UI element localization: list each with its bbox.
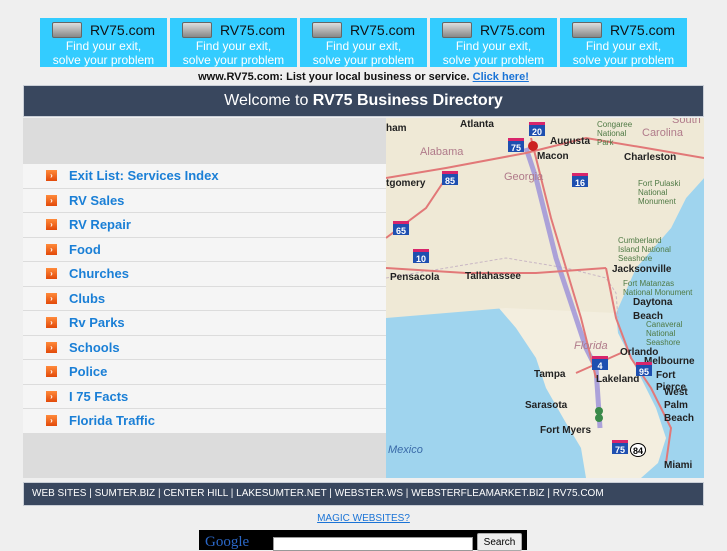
search-input[interactable]: [273, 537, 473, 551]
rv-image-icon: [441, 21, 472, 38]
footer-link[interactable]: WEBSTER.WS: [335, 488, 403, 499]
page-title: Welcome to RV75 Business Directory: [23, 85, 704, 117]
arrow-icon: ›: [46, 317, 57, 329]
rv75-banner[interactable]: RV75.com Find your exit, solve your proble…: [40, 18, 167, 67]
menu-list: › Exit List: Services Index › RV Sales › RV…: [23, 164, 386, 434]
route-map[interactable]: ham Atlanta Augusta Charleston Macon tgo…: [386, 118, 704, 478]
magic-websites-link[interactable]: MAGIC WEBSITES?: [0, 513, 727, 524]
footer-link[interactable]: RV75.COM: [553, 488, 604, 499]
rv-image-icon: [571, 21, 602, 38]
search-button[interactable]: Search: [477, 533, 522, 551]
menu-item-food[interactable]: › Food: [23, 237, 386, 262]
footer-link[interactable]: LAKESUMTER.NET: [236, 488, 326, 499]
arrow-icon: ›: [46, 243, 57, 255]
footer-link[interactable]: WEB SITES: [32, 488, 86, 499]
footer-links: WEB SITES | SUMTER.BIZ | CENTER HILL | L…: [23, 482, 704, 506]
footer-link[interactable]: WEBSTERFLEAMARKET.BIZ: [411, 488, 544, 499]
menu-item-rv-sales[interactable]: › RV Sales: [23, 188, 386, 213]
rv75-banner[interactable]: RV75.com Find your exit, solve your proble…: [430, 18, 557, 67]
click-here-link[interactable]: Click here!: [473, 71, 529, 83]
menu-item-clubs[interactable]: › Clubs: [23, 286, 386, 311]
rv-image-icon: [181, 21, 212, 38]
arrow-icon: ›: [46, 415, 57, 427]
rv75-banner[interactable]: RV75.com Find your exit, solve your proble…: [300, 18, 427, 67]
rv-image-icon: [51, 21, 82, 38]
menu-item-churches[interactable]: › Churches: [23, 262, 386, 287]
google-search-box: Google Search: [199, 530, 527, 551]
arrow-icon: ›: [46, 366, 57, 378]
park-label: Fort Matanzas National Monument: [623, 279, 693, 297]
rv-image-icon: [311, 21, 342, 38]
park-label: Congaree National Park: [597, 120, 633, 147]
menu-item-schools[interactable]: › Schools: [23, 335, 386, 360]
promo-text: www.RV75.com: List your local business o…: [198, 71, 529, 83]
menu-item-i75-facts[interactable]: › I 75 Facts: [23, 384, 386, 409]
park-label: Canaveral National Seashore: [646, 320, 683, 347]
arrow-icon: ›: [46, 170, 57, 182]
arrow-icon: ›: [46, 341, 57, 353]
footer-link[interactable]: CENTER HILL: [163, 488, 228, 499]
menu-item-rv-repair[interactable]: › RV Repair: [23, 213, 386, 238]
footer-link[interactable]: SUMTER.BIZ: [95, 488, 156, 499]
arrow-icon: ›: [46, 194, 57, 206]
arrow-icon: ›: [46, 390, 57, 402]
arrow-icon: ›: [46, 268, 57, 280]
park-label: Fort Pulaski National Monument: [638, 179, 681, 206]
park-label: Cumberland Island National Seashore: [618, 236, 671, 263]
sidebar: › Exit List: Services Index › RV Sales › RV…: [23, 118, 386, 478]
google-logo: Google: [205, 534, 250, 550]
rv75-banner[interactable]: RV75.com Find your exit, solve your proble…: [560, 18, 687, 67]
menu-item-rv-parks[interactable]: › Rv Parks: [23, 311, 386, 336]
menu-item-police[interactable]: › Police: [23, 360, 386, 385]
arrow-icon: ›: [46, 292, 57, 304]
arrow-icon: ›: [46, 219, 57, 231]
rv75-banner[interactable]: RV75.com Find your exit, solve your proble…: [170, 18, 297, 67]
menu-item-exit-list[interactable]: › Exit List: Services Index: [23, 164, 386, 189]
menu-item-florida-traffic[interactable]: › Florida Traffic: [23, 409, 386, 434]
